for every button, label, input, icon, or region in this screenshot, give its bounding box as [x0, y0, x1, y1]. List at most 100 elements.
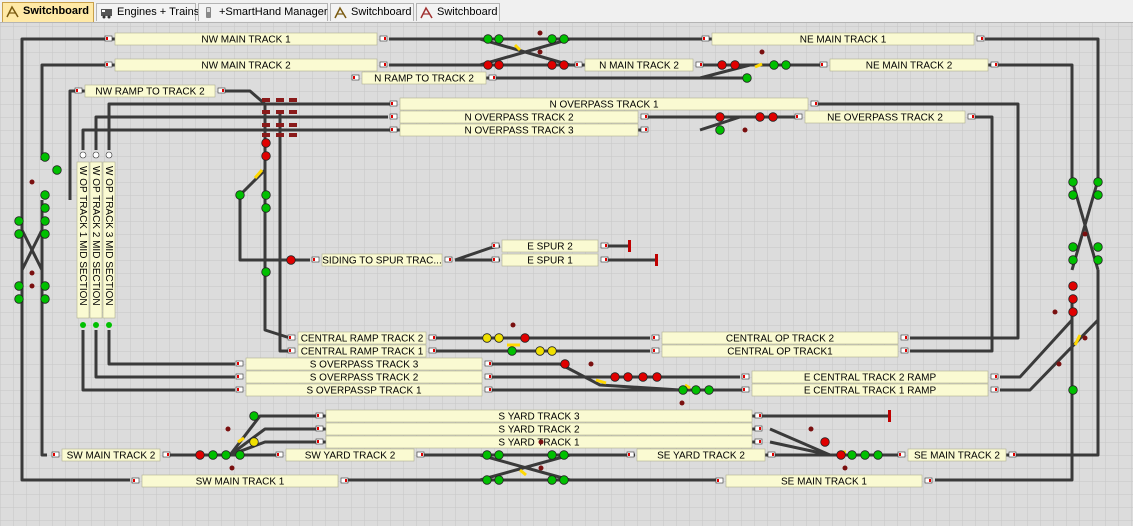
switch-indicator[interactable]: [537, 49, 543, 55]
track-block-s-overpass-3[interactable]: S OVERPASS TRACK 3: [235, 357, 493, 371]
track-block-central-ramp-2[interactable]: CENTRAL RAMP TRACK 2: [287, 331, 437, 345]
switch-indicator[interactable]: [510, 322, 516, 328]
signal-green[interactable]: [1093, 177, 1103, 187]
signal-green[interactable]: [261, 203, 271, 213]
signal-yellow[interactable]: [482, 333, 492, 343]
track-block-ne-overpass-2[interactable]: NE OVERPASS TRACK 2: [794, 110, 976, 124]
track-block-n-overpass-1[interactable]: N OVERPASS TRACK 1: [389, 97, 819, 111]
signal-green[interactable]: [40, 203, 50, 213]
track-block-central-op-1[interactable]: CENTRAL OP TRACK1: [651, 344, 909, 358]
signal-green[interactable]: [1068, 190, 1078, 200]
signal-green[interactable]: [482, 450, 492, 460]
switch-indicator[interactable]: [29, 179, 35, 185]
signal-green[interactable]: [559, 475, 569, 485]
signal-red[interactable]: [547, 60, 557, 70]
switch-indicator[interactable]: [742, 127, 748, 133]
track-block-s-yard-3[interactable]: S YARD TRACK 3: [315, 409, 763, 423]
switch-indicator[interactable]: [537, 30, 543, 36]
signal-green[interactable]: [715, 125, 725, 135]
signal-green[interactable]: [847, 450, 857, 460]
track-block-e-central-2-ramp[interactable]: E CENTRAL TRACK 2 RAMP: [741, 370, 999, 384]
signal-green[interactable]: [235, 190, 245, 200]
signal-green[interactable]: [1093, 242, 1103, 252]
switch-indicator[interactable]: [538, 439, 544, 445]
signal-red[interactable]: [768, 112, 778, 122]
signal-red[interactable]: [610, 372, 620, 382]
signal-yellow[interactable]: [535, 346, 545, 356]
track-block-se-main-1[interactable]: SE MAIN TRACK 1: [715, 474, 933, 488]
switch-indicator[interactable]: [759, 49, 765, 55]
signal-green[interactable]: [1068, 385, 1078, 395]
track-block-sw-yard-2[interactable]: SW YARD TRACK 2: [275, 448, 425, 462]
signal-red[interactable]: [836, 450, 846, 460]
switch-indicator[interactable]: [538, 465, 544, 471]
track-block-se-main-2[interactable]: SE MAIN TRACK 2: [897, 448, 1017, 462]
signal-green[interactable]: [40, 152, 50, 162]
signal-red[interactable]: [286, 255, 296, 265]
track-block-s-yard-2[interactable]: S YARD TRACK 2: [315, 422, 763, 436]
track-block-n-overpass-3[interactable]: N OVERPASS TRACK 3: [389, 123, 649, 137]
signal-green[interactable]: [559, 450, 569, 460]
track-block-sw-main-2[interactable]: SW MAIN TRACK 2: [51, 448, 171, 462]
signal-yellow[interactable]: [494, 333, 504, 343]
signal-red[interactable]: [261, 151, 271, 161]
signal-green[interactable]: [52, 165, 62, 175]
signal-red[interactable]: [1068, 281, 1078, 291]
signal-red[interactable]: [261, 138, 271, 148]
signal-red[interactable]: [717, 60, 727, 70]
signal-red[interactable]: [730, 60, 740, 70]
signal-yellow[interactable]: [547, 346, 557, 356]
switch-indicator[interactable]: [808, 426, 814, 432]
signal-green[interactable]: [1093, 190, 1103, 200]
switch-indicator[interactable]: [225, 426, 231, 432]
signal-green[interactable]: [261, 190, 271, 200]
signal-green[interactable]: [494, 450, 504, 460]
signal-green[interactable]: [249, 411, 259, 421]
signal-green[interactable]: [547, 475, 557, 485]
track-block-e-spur-2[interactable]: E SPUR 2: [491, 239, 609, 253]
signal-red[interactable]: [755, 112, 765, 122]
signal-red[interactable]: [494, 60, 504, 70]
tab-engines-trains[interactable]: Engines + Trains: [96, 3, 199, 21]
signal-red[interactable]: [1068, 307, 1078, 317]
signal-green[interactable]: [1068, 242, 1078, 252]
switch-indicator[interactable]: [229, 465, 235, 471]
switch-indicator[interactable]: [588, 361, 594, 367]
track-block-se-yard-2[interactable]: SE YARD TRACK 2: [626, 448, 776, 462]
signal-green[interactable]: [781, 60, 791, 70]
signal-red[interactable]: [195, 450, 205, 460]
track-block-n-ramp-2[interactable]: N RAMP TO TRACK 2: [351, 71, 497, 85]
signal-green[interactable]: [678, 385, 688, 395]
tab-switchboard-3[interactable]: Switchboard: [416, 3, 500, 21]
track-block-sw-main-1[interactable]: SW MAIN TRACK 1: [131, 474, 349, 488]
signal-green[interactable]: [1093, 255, 1103, 265]
switch-indicator[interactable]: [842, 465, 848, 471]
signal-green[interactable]: [547, 450, 557, 460]
signal-red[interactable]: [638, 372, 648, 382]
signal-green[interactable]: [559, 34, 569, 44]
signal-green[interactable]: [14, 281, 24, 291]
signal-green[interactable]: [40, 229, 50, 239]
signal-red[interactable]: [559, 60, 569, 70]
signal-red[interactable]: [715, 112, 725, 122]
signal-green[interactable]: [1068, 177, 1078, 187]
signal-green[interactable]: [769, 60, 779, 70]
signal-green[interactable]: [494, 475, 504, 485]
track-block-siding[interactable]: SIDING TO SPUR TRAC...: [311, 253, 453, 267]
signal-red[interactable]: [520, 333, 530, 343]
track-block-w-op-2[interactable]: W OP TRACK 2 MID SECTION: [89, 151, 103, 328]
track-block-w-op-1[interactable]: W OP TRACK 1 MID SECTION: [76, 151, 90, 328]
track-block-nw-main-1[interactable]: NW MAIN TRACK 1: [104, 32, 388, 46]
signal-green[interactable]: [704, 385, 714, 395]
switch-indicator[interactable]: [1052, 309, 1058, 315]
track-block-s-overpass-1[interactable]: S OVERPASSP TRACK 1: [235, 383, 493, 397]
signal-green[interactable]: [40, 281, 50, 291]
switch-indicator[interactable]: [29, 270, 35, 276]
track-block-e-spur-1[interactable]: E SPUR 1: [491, 253, 609, 267]
signal-yellow[interactable]: [249, 437, 259, 447]
signal-red[interactable]: [652, 372, 662, 382]
signal-green[interactable]: [547, 34, 557, 44]
track-block-e-central-1-ramp[interactable]: E CENTRAL TRACK 1 RAMP: [741, 383, 999, 397]
switch-indicator[interactable]: [1082, 231, 1088, 237]
switch-indicator[interactable]: [679, 400, 685, 406]
